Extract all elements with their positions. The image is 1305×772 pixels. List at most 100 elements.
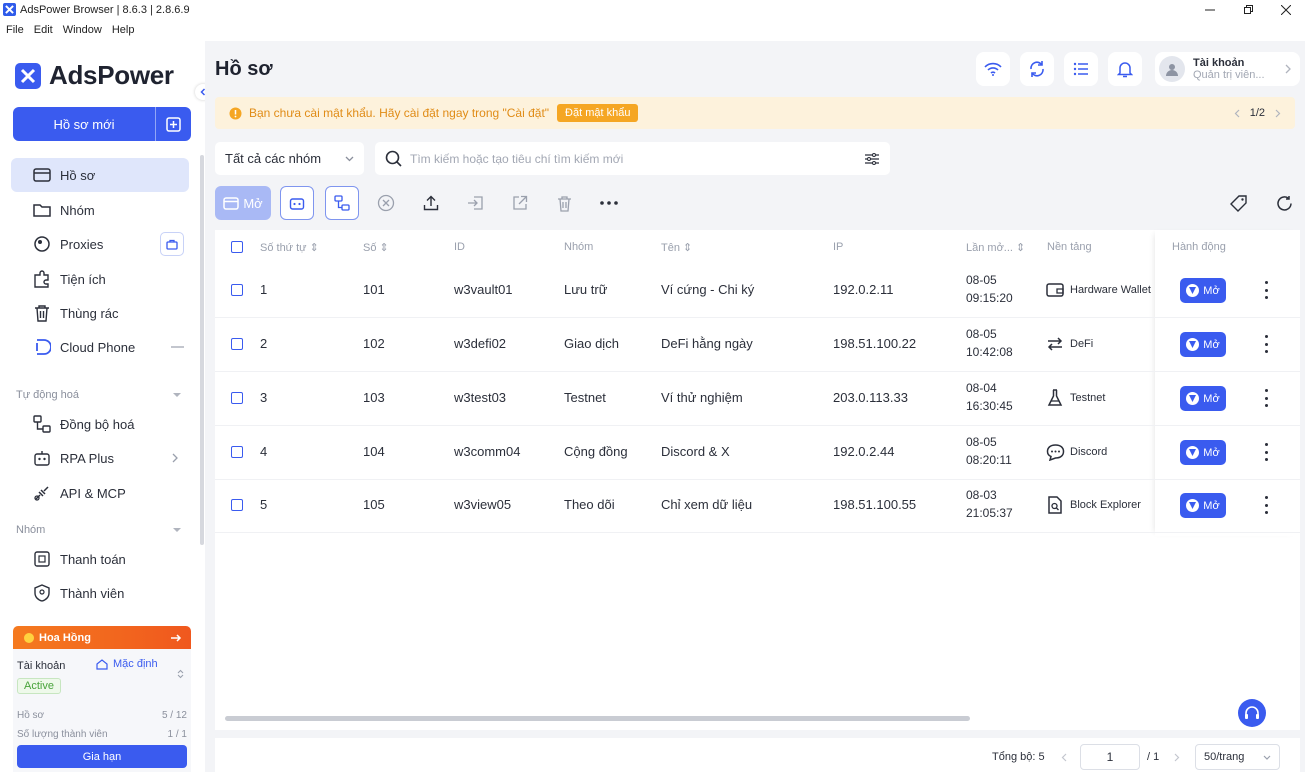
more-actions-button[interactable] xyxy=(594,186,624,220)
row-more-icon[interactable] xyxy=(1262,496,1270,514)
pagination-footer: Tổng bộ: 5 1 / 1 50/trang xyxy=(215,738,1300,772)
window-controls xyxy=(1191,0,1305,19)
cell-date: 08-03 xyxy=(966,488,997,502)
sidebar-item-extensions[interactable]: Tiện ích xyxy=(11,262,189,296)
bell-icon xyxy=(1117,61,1133,77)
open-profile-button[interactable]: Mở xyxy=(1180,493,1226,518)
cell-seq: 1 xyxy=(260,282,268,297)
robot-icon xyxy=(32,448,52,468)
row-more-icon[interactable] xyxy=(1262,281,1270,299)
set-password-button[interactable]: Đặt mật khẩu xyxy=(557,104,639,122)
synchronizer-button[interactable] xyxy=(325,186,359,220)
row-checkbox[interactable] xyxy=(231,446,243,458)
section-label: Tự động hoá xyxy=(16,389,80,401)
sidebar-item-trash[interactable]: Thùng rác xyxy=(11,296,189,330)
members-usage-value: 1 / 1 xyxy=(167,729,187,740)
row-checkbox[interactable] xyxy=(231,392,243,404)
user-menu[interactable]: Tài khoản Quản trị viên... xyxy=(1155,52,1300,86)
menu-window[interactable]: Window xyxy=(63,24,102,36)
header-name[interactable]: Tên ⇕ xyxy=(661,241,692,254)
open-selected-button[interactable]: Mở xyxy=(215,186,271,220)
action-column-shadow xyxy=(1155,230,1300,536)
search-input[interactable] xyxy=(410,151,850,166)
sidebar-item-members[interactable]: Thành viên xyxy=(11,576,189,610)
header-id: ID xyxy=(454,241,465,253)
team-section-header[interactable]: Nhóm xyxy=(16,524,181,536)
delete-button[interactable] xyxy=(549,186,579,220)
cell-id: w3comm04 xyxy=(454,444,521,459)
support-chat-button[interactable] xyxy=(1238,699,1266,727)
open-label: Mở xyxy=(243,195,263,211)
menu-help[interactable]: Help xyxy=(112,24,135,36)
cell-seq: 3 xyxy=(260,390,268,405)
sidebar-scrollbar[interactable] xyxy=(200,155,204,545)
sidebar-item-rpa[interactable]: RPA Plus xyxy=(11,441,189,475)
new-profile-button[interactable]: Hồ sơ mới xyxy=(13,107,191,141)
move-group-button[interactable] xyxy=(460,186,490,220)
menu-bar: File Edit Window Help xyxy=(0,19,1305,41)
share-button[interactable] xyxy=(505,186,535,220)
table-horizontal-scrollbar[interactable] xyxy=(225,716,970,721)
renew-button[interactable]: Gia hạn xyxy=(17,745,187,768)
browser-window-icon xyxy=(223,196,240,210)
open-profile-button[interactable]: Mở xyxy=(1180,440,1226,465)
status-badge: Active xyxy=(17,678,61,694)
row-more-icon[interactable] xyxy=(1262,335,1270,353)
new-profile-label[interactable]: Hồ sơ mới xyxy=(13,117,155,132)
task-list-button[interactable] xyxy=(1064,52,1098,86)
cell-platform: Discord xyxy=(1045,442,1107,462)
close-browser-button[interactable] xyxy=(371,186,401,220)
upload-button[interactable] xyxy=(416,186,446,220)
row-more-icon[interactable] xyxy=(1262,389,1270,407)
rpa-run-button[interactable] xyxy=(280,186,314,220)
header-no[interactable]: Số ⇕ xyxy=(363,241,389,254)
automation-section-header[interactable]: Tự động hoá xyxy=(16,389,181,401)
tag-button[interactable] xyxy=(1223,186,1253,220)
batch-add-icon[interactable] xyxy=(156,116,191,132)
cell-ip: 192.0.2.11 xyxy=(833,282,894,297)
next-page-icon xyxy=(1174,753,1180,762)
sidebar-item-profiles[interactable]: Hồ sơ xyxy=(11,158,189,192)
shield-icon xyxy=(1186,338,1200,351)
robot-icon xyxy=(289,198,305,210)
sidebar-item-groups[interactable]: Nhóm xyxy=(11,193,189,227)
cell-platform: Block Explorer xyxy=(1045,495,1141,515)
row-checkbox[interactable] xyxy=(231,499,243,511)
proxy-shop-icon[interactable] xyxy=(160,232,184,256)
sidebar-item-label: Thành viên xyxy=(60,585,125,601)
sidebar-item-billing[interactable]: Thanh toán xyxy=(11,542,189,576)
row-checkbox[interactable] xyxy=(231,284,243,296)
plan-selector[interactable]: Mặc định xyxy=(96,658,158,670)
open-profile-button[interactable]: Mở xyxy=(1180,278,1226,303)
profiles-usage-label: Hồ sơ xyxy=(17,710,45,721)
minimize-icon[interactable] xyxy=(1191,0,1229,19)
close-icon[interactable] xyxy=(1267,0,1305,19)
sidebar-item-cloud-phone[interactable]: Cloud Phone xyxy=(11,330,189,364)
sidebar-item-sync[interactable]: Đồng bộ hoá xyxy=(11,407,189,441)
sidebar-item-label: API & MCP xyxy=(60,485,126,501)
sync-button[interactable] xyxy=(1020,52,1054,86)
page-input[interactable]: 1 xyxy=(1080,744,1140,770)
member-icon xyxy=(32,583,52,603)
refresh-button[interactable] xyxy=(1269,186,1299,220)
menu-file[interactable]: File xyxy=(6,24,24,36)
row-more-icon[interactable] xyxy=(1262,443,1270,461)
group-filter-select[interactable]: Tất cả các nhóm xyxy=(215,142,364,175)
sidebar-item-api[interactable]: API & MCP xyxy=(11,476,189,510)
menu-edit[interactable]: Edit xyxy=(34,24,53,36)
header-seq[interactable]: Số thứ tự ⇕ xyxy=(260,241,319,254)
notifications-button[interactable] xyxy=(1108,52,1142,86)
open-profile-button[interactable]: Mở xyxy=(1180,332,1226,357)
move-icon xyxy=(467,196,483,210)
network-button[interactable] xyxy=(976,52,1010,86)
open-profile-button[interactable]: Mở xyxy=(1180,386,1226,411)
row-checkbox[interactable] xyxy=(231,338,243,350)
maximize-icon[interactable] xyxy=(1229,0,1267,19)
select-all-checkbox[interactable] xyxy=(231,241,243,253)
platform-label: Discord xyxy=(1070,446,1108,458)
page-size-select[interactable]: 50/trang xyxy=(1195,744,1280,770)
members-usage-label: Số lượng thành viên xyxy=(17,729,108,740)
sidebar-item-proxies[interactable]: Proxies xyxy=(11,227,189,261)
commission-banner[interactable]: Hoa Hồng xyxy=(13,626,191,649)
header-last-open[interactable]: Lần mở... ⇕ xyxy=(966,241,1025,254)
